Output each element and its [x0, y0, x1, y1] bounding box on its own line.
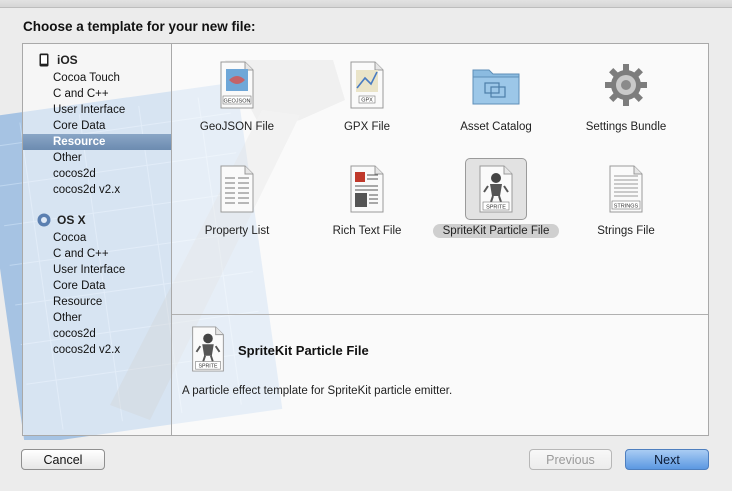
template-label: Property List	[204, 225, 270, 237]
template-label: SpriteKit Particle File	[432, 224, 560, 238]
template-asset-catalog[interactable]: Asset Catalog	[431, 44, 561, 144]
sidebar-item-other[interactable]: Other	[23, 310, 171, 326]
sidebar-item-user-interface[interactable]: User Interface	[23, 262, 171, 278]
sprite-file-icon: SPRITE	[188, 325, 228, 373]
template-property-list[interactable]: Property List	[172, 148, 302, 248]
sidebar-item-cocos2d-v2[interactable]: cocos2d v2.x	[23, 342, 171, 358]
asset-catalog-folder-icon	[465, 54, 527, 116]
geojson-file-icon: GEOJSON	[206, 54, 268, 116]
property-list-icon	[206, 158, 268, 220]
dialog-title: Choose a template for your new file:	[23, 19, 256, 34]
detail-badge-text: SPRITE	[198, 364, 218, 370]
sprite-file-icon: SPRITE	[465, 158, 527, 220]
detail-title: SpriteKit Particle File	[238, 343, 369, 358]
sidebar-item-cocoa-touch[interactable]: Cocoa Touch	[23, 70, 171, 86]
template-settings-bundle[interactable]: Settings Bundle	[561, 44, 691, 144]
sidebar-item-other[interactable]: Other	[23, 150, 171, 166]
window-titlebar	[0, 0, 732, 8]
sidebar-item-c-and-cpp[interactable]: C and C++	[23, 86, 171, 102]
sidebar-group-header-ios: iOS	[23, 50, 171, 70]
sidebar-item-cocoa[interactable]: Cocoa	[23, 230, 171, 246]
sidebar-item-core-data[interactable]: Core Data	[23, 278, 171, 294]
template-gpx-file[interactable]: GPX GPX File	[302, 44, 432, 144]
cancel-button[interactable]: Cancel	[21, 449, 105, 470]
sidebar-item-cocos2d[interactable]: cocos2d	[23, 166, 171, 182]
sidebar-item-cocos2d-v2[interactable]: cocos2d v2.x	[23, 182, 171, 198]
sidebar-item-resource[interactable]: Resource	[23, 294, 171, 310]
template-detail-pane: SPRITE SpriteKit Particle File A particl…	[172, 315, 708, 435]
sidebar-group-ios: iOS Cocoa Touch C and C++ User Interface…	[23, 50, 171, 198]
iphone-icon	[37, 53, 51, 67]
template-label: Strings File	[597, 225, 655, 237]
strings-file-icon: STRINGS	[595, 158, 657, 220]
template-rich-text-file[interactable]: Rich Text File	[302, 148, 432, 248]
template-spritekit-particle-file[interactable]: SPRITE SpriteKit Particle File	[431, 148, 561, 248]
template-panel: GEOJSON GeoJSON File GPX GPX File Asset …	[171, 43, 709, 436]
sidebar-item-core-data[interactable]: Core Data	[23, 118, 171, 134]
template-label: GeoJSON File	[199, 121, 275, 133]
gpx-badge-text: GPX	[361, 98, 373, 104]
sidebar-item-resource[interactable]: Resource	[23, 134, 171, 150]
detail-description: A particle effect template for SpriteKit…	[182, 385, 453, 397]
sidebar-item-user-interface[interactable]: User Interface	[23, 102, 171, 118]
template-grid: GEOJSON GeoJSON File GPX GPX File Asset …	[172, 44, 708, 314]
template-label: GPX File	[343, 121, 390, 133]
sidebar-item-cocos2d[interactable]: cocos2d	[23, 326, 171, 342]
settings-gear-icon	[595, 54, 657, 116]
template-label: Asset Catalog	[460, 121, 532, 133]
template-label: Rich Text File	[332, 225, 402, 237]
gpx-file-icon: GPX	[336, 54, 398, 116]
template-label: Settings Bundle	[585, 121, 667, 133]
sprite-badge-text: SPRITE	[486, 205, 506, 211]
sidebar-group-header-osx: OS X	[23, 210, 171, 230]
next-button[interactable]: Next	[625, 449, 709, 470]
previous-button[interactable]: Previous	[529, 449, 612, 470]
osx-icon	[37, 213, 51, 227]
rich-text-file-icon	[336, 158, 398, 220]
geojson-badge-text: GEOJSON	[224, 99, 251, 105]
template-category-sidebar: iOS Cocoa Touch C and C++ User Interface…	[22, 43, 172, 436]
sidebar-group-osx: OS X Cocoa C and C++ User Interface Core…	[23, 210, 171, 358]
sidebar-item-c-and-cpp[interactable]: C and C++	[23, 246, 171, 262]
strings-badge-text: STRINGS	[614, 204, 639, 210]
template-strings-file[interactable]: STRINGS Strings File	[561, 148, 691, 248]
template-geojson-file[interactable]: GEOJSON GeoJSON File	[172, 44, 302, 144]
